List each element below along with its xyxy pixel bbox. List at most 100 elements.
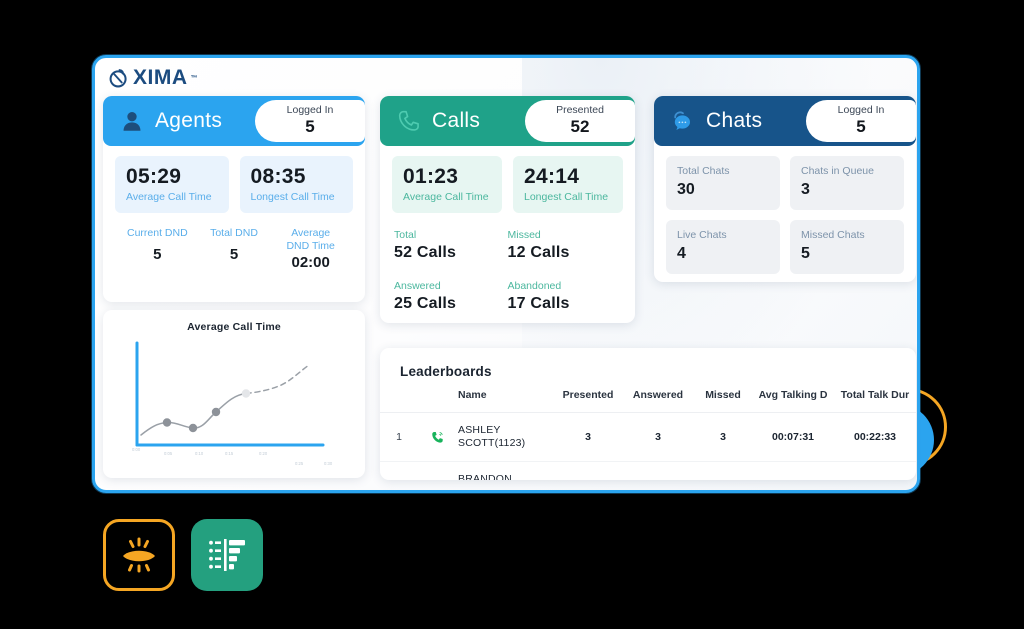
chats-in-queue-value: 3 (801, 181, 810, 198)
calls-longest-call-time-label: Longest Call Time (524, 191, 609, 204)
agents-longest-call-time-value: 08:35 (250, 165, 306, 188)
chats-stats-grid: Total Chats 30 Chats in Queue 3 Live Cha… (654, 146, 916, 274)
xima-logo-mark (109, 69, 127, 88)
table-row[interactable]: 1 ASHLEY SCOTT(1123) 3 3 3 00:07:31 00:2… (380, 412, 916, 463)
chats-card-header: Chats Logged In 5 (654, 96, 916, 146)
calls-card: Calls Presented 52 01:23 Average Call Ti… (380, 96, 635, 323)
calls-pill-value: 52 (570, 117, 590, 136)
row-total-talk-duration: 00:22:33 (834, 412, 916, 463)
row-agent-name-line1: BRANDON (458, 473, 512, 480)
calls-answered: Answered 25 Calls (394, 280, 508, 313)
row-agent-name-line2: SCOTT(1123) (458, 437, 526, 450)
column-header-icon[interactable] (418, 379, 456, 413)
chats-missed-chats-value: 5 (801, 245, 810, 262)
app-icon-row (103, 519, 263, 591)
agents-average-call-time-label: Average Call Time (126, 191, 212, 204)
row-answered: 3 (622, 412, 694, 463)
chats-card: Chats Logged In 5 Total Chats 30 Chats i… (654, 96, 916, 282)
row-rank: 1 (380, 412, 418, 463)
agents-card: Agents Logged In 5 05:29 Average Call Ti… (103, 96, 365, 302)
calls-card-header: Calls Presented 52 (380, 96, 635, 146)
agents-card-header: Agents Logged In 5 (103, 96, 365, 146)
agents-current-dnd: Current DND 5 (119, 227, 196, 271)
agents-total-dnd: Total DND 5 (196, 227, 273, 271)
calls-totals-grid: Total 52 Calls Missed 12 Calls Answered … (380, 213, 635, 313)
calls-longest-call-time-stat: 24:14 Longest Call Time (513, 156, 623, 214)
column-header-presented[interactable]: Presented (554, 379, 622, 413)
row-status-icon-cell (418, 461, 456, 480)
calls-answered-label: Answered (394, 280, 441, 293)
chats-missed-chats: Missed Chats 5 (790, 220, 904, 274)
calls-missed: Missed 12 Calls (508, 229, 622, 262)
average-call-time-line-chart (135, 341, 325, 447)
phone-icon (398, 110, 419, 131)
chats-in-queue: Chats in Queue 3 (790, 156, 904, 210)
leaderboards-header-row: Name Presented Answered Missed Avg Talki… (380, 379, 916, 413)
calls-longest-call-time-value: 24:14 (524, 165, 580, 188)
leaderboards-title: Leaderboards (400, 364, 492, 379)
column-header-answered[interactable]: Answered (622, 379, 694, 413)
chats-total-chats: Total Chats 30 (666, 156, 780, 210)
calls-average-call-time-stat: 01:23 Average Call Time (392, 156, 502, 214)
agents-pill-value: 5 (305, 117, 315, 136)
chats-live-chats-label: Live Chats (677, 229, 727, 241)
chats-missed-chats-label: Missed Chats (801, 229, 865, 241)
calls-missed-value: 12 Calls (507, 244, 570, 262)
agents-average-call-time-stat: 05:29 Average Call Time (115, 156, 229, 214)
leaderboards-table: Name Presented Answered Missed Avg Talki… (380, 379, 916, 480)
realtime-bars-icon[interactable] (191, 519, 263, 591)
agents-average-dnd-time-label-line2: DND Time (286, 239, 335, 252)
calls-total-value: 52 Calls (394, 244, 457, 262)
agents-current-dnd-value: 5 (153, 245, 162, 263)
column-header-total-talk-duration[interactable]: Total Talk Dur (834, 379, 916, 413)
average-call-time-chart-card: Average Call Time 0:00 0:05 0:10 0:15 0:… (103, 310, 365, 478)
chats-logged-in-pill: Logged In 5 (806, 100, 916, 142)
agents-stat-row: 05:29 Average Call Time 08:35 Longest Ca… (103, 146, 365, 214)
person-icon (123, 112, 141, 131)
chats-in-queue-label: Chats in Queue (801, 165, 874, 177)
row-rank: 2 (380, 461, 418, 480)
row-avg-talking-duration: 00:07:31 (752, 412, 834, 463)
chats-card-title: Chats (706, 109, 763, 132)
row-total-talk-duration: 00:10:57 (834, 461, 916, 480)
row-missed: 5 (694, 461, 752, 480)
agents-longest-call-time-label: Longest Call Time (250, 191, 335, 204)
agents-total-dnd-value: 5 (229, 245, 239, 263)
calls-total-label: Total (394, 229, 417, 242)
calls-missed-label: Missed (507, 229, 541, 242)
phone-answered-icon (430, 479, 445, 480)
xima-trademark: ™ (190, 74, 198, 82)
agents-current-dnd-label: Current DND (126, 227, 188, 240)
row-agent-name: ASHLEY SCOTT(1123) (456, 412, 554, 463)
column-header-rank[interactable] (380, 379, 418, 413)
calls-stat-row: 01:23 Average Call Time 24:14 Longest Ca… (380, 146, 635, 214)
dashboard-window: XIMA ™ Agents Logged In 5 05:29 Average … (92, 55, 920, 493)
chronicall-eye-icon[interactable] (103, 519, 175, 591)
agents-average-dnd-time-label-line1: Average (291, 227, 331, 240)
row-agent-name-line1: ASHLEY (458, 424, 501, 436)
calls-card-title: Calls (432, 109, 481, 132)
table-row[interactable]: 2 BRANDON CARPENTER(1 5 (380, 461, 916, 480)
realtime-bars-glyph (209, 539, 245, 571)
agents-average-call-time-value: 05:29 (126, 165, 182, 188)
agents-longest-call-time-stat: 08:35 Longest Call Time (239, 156, 353, 214)
column-header-missed[interactable]: Missed (694, 379, 752, 413)
chats-pill-value: 5 (856, 117, 866, 136)
chats-total-chats-label: Total Chats (677, 165, 730, 177)
chronicall-eye-glyph (123, 537, 155, 573)
column-header-avg-talking-duration[interactable]: Avg Talking D (752, 379, 834, 413)
screenshot-root: XIMA ™ Agents Logged In 5 05:29 Average … (0, 0, 1024, 629)
calls-answered-value: 25 Calls (394, 295, 457, 313)
column-header-name[interactable]: Name (456, 379, 554, 413)
agents-pill-label: Logged In (286, 104, 334, 117)
agents-average-dnd-time-value: 02:00 (291, 254, 330, 272)
phone-answered-icon (431, 431, 443, 443)
calls-total: Total 52 Calls (394, 229, 508, 262)
chart-title: Average Call Time (187, 321, 281, 333)
calls-pill-label: Presented (556, 104, 604, 117)
chart-plot-area: 0:00 0:05 0:10 0:15 0:20 0:25 0:30 (103, 333, 365, 466)
agents-average-dnd-time: Average DND Time 02:00 (272, 227, 349, 271)
xima-logo: XIMA ™ (108, 66, 198, 90)
row-agent-name: BRANDON CARPENTER(1 (456, 461, 554, 480)
chats-pill-label: Logged In (837, 104, 885, 117)
